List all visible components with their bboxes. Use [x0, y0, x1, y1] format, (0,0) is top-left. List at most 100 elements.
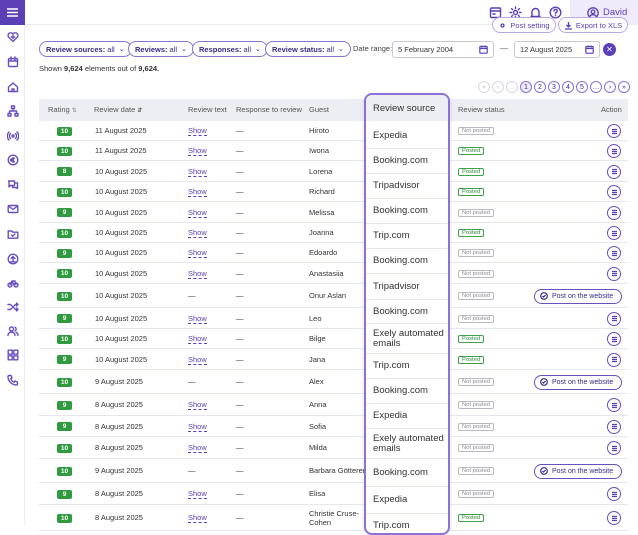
rating-column-header[interactable]: Rating ⇅	[48, 105, 77, 114]
show-review-link[interactable]: Show	[188, 355, 207, 365]
menu-lines-icon	[611, 250, 617, 256]
show-review-link[interactable]: Show	[188, 314, 207, 324]
status-badge: Not posted	[458, 467, 495, 475]
show-review-link[interactable]: Show	[188, 127, 207, 136]
review-date: 11 August 2025	[95, 146, 147, 155]
response-empty: —	[236, 126, 244, 135]
page-1-button[interactable]: 1	[520, 81, 532, 93]
post-on-website-button[interactable]: Post on the website	[534, 463, 622, 479]
row-actions-button[interactable]	[607, 144, 621, 158]
home-icon[interactable]	[6, 80, 19, 93]
page-5-button[interactable]: 5	[576, 81, 588, 93]
rating-badge: 9	[57, 314, 72, 323]
last-page-button[interactable]: »	[618, 81, 630, 93]
row-actions-button[interactable]	[607, 185, 621, 199]
page-4-button[interactable]: 4	[562, 81, 574, 93]
signal-icon[interactable]	[6, 129, 19, 142]
export-button[interactable]: Export to XLS	[558, 17, 628, 33]
sort-icon: ⇅	[71, 108, 77, 114]
row-actions-button[interactable]	[607, 205, 621, 220]
post-on-website-button[interactable]: Post on the website	[534, 374, 622, 390]
review-source-column: Review source Expedia Booking.com Tripadvi…	[364, 93, 450, 535]
calendar-icon[interactable]	[6, 55, 19, 68]
date-from-field[interactable]: 5 February 2004	[392, 41, 494, 58]
date-from-value: 5 February 2004	[398, 45, 454, 54]
review-source-cell: Booking.com	[366, 249, 448, 274]
next-page-button[interactable]: ›	[604, 81, 616, 93]
folder-icon[interactable]	[6, 227, 19, 240]
show-review-link[interactable]: Show	[188, 147, 207, 156]
chat-icon[interactable]	[6, 178, 19, 191]
show-review-link[interactable]: Show	[188, 444, 207, 453]
row-actions-button[interactable]	[607, 511, 621, 525]
review-date-column-header[interactable]: Review date ⇵	[94, 105, 142, 114]
show-review-link[interactable]: Show	[188, 401, 207, 410]
row-actions-button[interactable]	[607, 124, 621, 138]
hierarchy-icon[interactable]	[6, 104, 19, 117]
page-3-button[interactable]: 3	[548, 81, 560, 93]
status-badge: Not posted	[458, 444, 495, 452]
upload-icon[interactable]	[6, 252, 19, 265]
mail-icon[interactable]	[6, 202, 19, 215]
date-to-field[interactable]: 12 August 2025	[514, 41, 600, 58]
review-text-empty: —	[188, 466, 196, 475]
review-date: 10 August 2025	[95, 313, 148, 323]
reviews-filter[interactable]: Reviews: all ⌄	[128, 41, 194, 57]
rating-badge: 9	[57, 248, 72, 258]
review-source-cell: Booking.com	[366, 379, 448, 404]
row-actions-button[interactable]	[607, 311, 621, 326]
shuffle-icon[interactable]	[6, 300, 19, 313]
review-source-cell: Expedia	[366, 404, 448, 429]
clear-date-button[interactable]: ✕	[603, 43, 616, 56]
review-date-header-label: Review date	[94, 105, 136, 114]
heart-icon[interactable]	[6, 30, 19, 43]
table-row: 10 10 August 2025 Show — Anastasiia Not …	[39, 263, 628, 284]
status-badge: Posted	[458, 147, 485, 155]
show-review-link[interactable]: Show	[188, 422, 207, 432]
row-actions-button[interactable]	[607, 487, 621, 501]
bike-icon[interactable]	[6, 276, 19, 289]
menu-icon[interactable]	[0, 0, 25, 25]
row-actions-button[interactable]	[607, 398, 621, 412]
rating-header-label: Rating	[48, 105, 70, 114]
responses-filter-label: Responses:	[199, 44, 242, 54]
review-date: 10 August 2025	[95, 354, 148, 364]
apps-icon[interactable]	[6, 348, 19, 361]
row-actions-button[interactable]	[607, 246, 621, 260]
show-review-link[interactable]: Show	[188, 249, 207, 258]
post-setting-button[interactable]: Post setting	[492, 17, 556, 33]
show-review-link[interactable]: Show	[188, 208, 207, 218]
post-on-website-button[interactable]: Post on the website	[534, 288, 622, 304]
pager-ellipsis-right[interactable]: …	[590, 81, 602, 93]
phone-icon[interactable]	[6, 373, 19, 386]
show-review-link[interactable]: Show	[188, 514, 207, 523]
row-actions-button[interactable]	[607, 332, 621, 346]
rating-badge: 10	[57, 443, 72, 453]
menu-lines-icon	[611, 168, 617, 175]
review-sources-filter[interactable]: Review sources: all ⌄	[39, 41, 132, 57]
show-review-link[interactable]: Show	[188, 229, 207, 238]
show-review-link[interactable]: Show	[188, 490, 207, 499]
users-icon[interactable]	[6, 324, 19, 337]
table-row: 9 10 August 2025 Show — Melissa Not post…	[39, 202, 628, 223]
show-review-link[interactable]: Show	[188, 188, 207, 197]
currency-icon[interactable]	[6, 153, 19, 166]
menu-lines-icon	[611, 423, 617, 430]
review-status-filter[interactable]: Review status: all ⌄	[265, 41, 351, 57]
show-review-link[interactable]: Show	[188, 335, 207, 344]
prev-page-button[interactable]: ‹	[492, 81, 504, 93]
row-actions-button[interactable]	[607, 441, 621, 455]
row-actions-button[interactable]	[607, 352, 621, 367]
row-actions-button[interactable]	[607, 226, 621, 240]
responses-filter[interactable]: Responses: all ⌄	[192, 41, 268, 57]
row-actions-button[interactable]	[607, 419, 621, 434]
show-review-link[interactable]: Show	[188, 167, 207, 177]
page-2-button[interactable]: 2	[534, 81, 546, 93]
show-review-link[interactable]: Show	[188, 269, 207, 279]
first-page-button[interactable]: «	[478, 81, 490, 93]
row-actions-button[interactable]	[607, 266, 621, 281]
rating-badge: 9	[57, 208, 72, 217]
review-date: 10 August 2025	[95, 166, 148, 176]
row-actions-button[interactable]	[607, 164, 621, 179]
review-source-cell: Expedia	[366, 124, 448, 149]
